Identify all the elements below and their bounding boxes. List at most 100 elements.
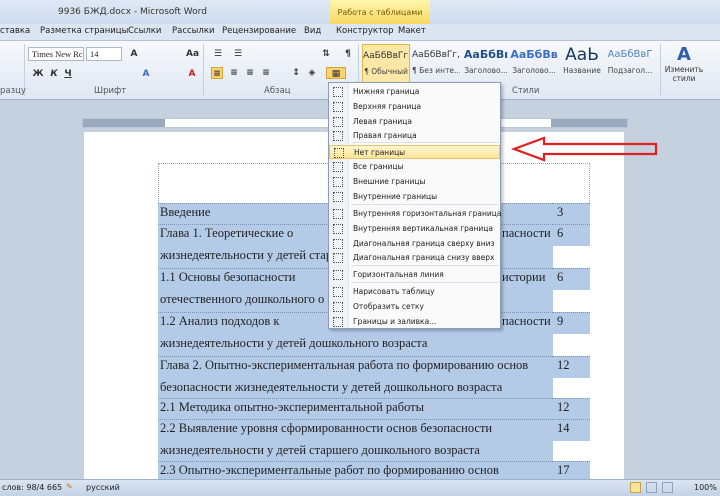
- borders-button[interactable]: ▦: [326, 67, 346, 79]
- align-center-button[interactable]: ≡: [228, 67, 240, 79]
- left-border-icon: [333, 117, 343, 127]
- toc-page-cell-empty: [553, 334, 590, 356]
- toc-entry-text: Глава 1. Теоретические о: [160, 226, 294, 240]
- menu-item-draw-table[interactable]: Нарисовать таблицу: [329, 285, 500, 299]
- style-heading-1[interactable]: АаБбВı Заголово...: [462, 44, 510, 84]
- tab-mailings[interactable]: Рассылки: [172, 26, 214, 36]
- change-case-icon[interactable]: Aa: [186, 48, 199, 60]
- right-border-icon: [333, 131, 343, 141]
- draw-table-icon: [333, 287, 343, 297]
- tab-view[interactable]: Вид: [304, 26, 321, 36]
- font-name-input[interactable]: Times New Rc: [28, 47, 84, 61]
- borders-shading-icon: [333, 317, 343, 327]
- justify-button[interactable]: ≡: [260, 67, 272, 79]
- spelling-check-icon[interactable]: ✎: [66, 482, 73, 491]
- style-heading-2[interactable]: АаБбВв Заголово...: [510, 44, 558, 84]
- menu-item-label: Внутренняя вертикальная граница: [353, 224, 493, 233]
- table-tools-context-tab: Работа с таблицами: [330, 0, 430, 24]
- menu-item-label: Отобразить сетку: [353, 302, 424, 311]
- toc-entry-tail: истории: [500, 268, 553, 290]
- toc-entry-tail: пасности: [500, 312, 553, 334]
- toc-entry-text: Введение: [160, 205, 211, 219]
- word-count[interactable]: слов: 98/4 665: [2, 483, 62, 492]
- toc-entry-text: Глава 2. Опытно-экспериментальная работа…: [160, 358, 529, 372]
- font-color-icon[interactable]: A: [186, 68, 198, 80]
- group-label-styles: Стили: [512, 86, 540, 96]
- tab-insert[interactable]: ставка: [0, 26, 30, 36]
- underline-button[interactable]: Ч: [62, 68, 74, 80]
- toc-row[interactable]: 2.3 Опытно-экспериментальные работ по фо…: [158, 461, 553, 481]
- toc-page-number-text: 17: [557, 463, 570, 477]
- style-title[interactable]: АаЬ Название: [558, 44, 606, 84]
- menu-item-label: Внутренние границы: [353, 192, 438, 201]
- toc-page-number-text: 6: [557, 226, 564, 240]
- zoom-level[interactable]: 100%: [694, 483, 717, 492]
- menu-item-inside-vertical-border[interactable]: Внутренняя вертикальная граница: [329, 222, 500, 236]
- window-title: 9936 БЖД.docx - Microsoft Word: [58, 7, 207, 17]
- no-border-icon: [334, 148, 344, 158]
- toc-row[interactable]: Глава 2. Опытно-экспериментальная работа…: [158, 356, 553, 398]
- toc-row[interactable]: 2.2 Выявление уровня сформированности ос…: [158, 419, 553, 461]
- style-subtitle[interactable]: АаБбВвГ Подзагол...: [606, 44, 654, 84]
- tab-layout[interactable]: Макет: [398, 26, 426, 36]
- toc-entry-text: 2.3 Опытно-экспериментальные работ по фо…: [160, 463, 499, 477]
- grow-font-icon[interactable]: A: [128, 48, 140, 60]
- menu-item-label: Границы и заливка...: [353, 317, 437, 326]
- menu-item-inside-borders[interactable]: Внутренние границы: [329, 190, 500, 204]
- menu-item-no-border[interactable]: Нет границы: [329, 145, 500, 159]
- menu-item-label: Нарисовать таблицу: [353, 287, 435, 296]
- menu-item-borders-shading[interactable]: Границы и заливка...: [329, 315, 500, 329]
- menu-item-bottom-border[interactable]: Нижняя граница: [329, 85, 500, 99]
- style-normal[interactable]: АаБбВвГг, ¶ Обычный: [362, 44, 410, 84]
- horizontal-line-icon: [333, 270, 343, 280]
- font-size-input[interactable]: 14: [86, 47, 122, 61]
- sort-icon[interactable]: ⇅: [320, 48, 332, 60]
- toc-row[interactable]: 2.1 Методика опытно-экспериментальной ра…: [158, 398, 553, 419]
- menu-item-label: Все границы: [353, 162, 404, 171]
- outside-borders-icon: [333, 177, 343, 187]
- web-layout-icon[interactable]: [662, 482, 673, 493]
- group-label-clipboard: разцу: [0, 86, 26, 96]
- toc-page-number: 12: [553, 356, 590, 378]
- menu-item-all-borders[interactable]: Все границы: [329, 160, 500, 174]
- toc-entry-text: безопасности жизнедеятельности у детей д…: [160, 380, 503, 394]
- menu-item-outside-borders[interactable]: Внешние границы: [329, 175, 500, 189]
- menu-item-diagonal-down-border[interactable]: Диагональная граница сверху вниз: [329, 237, 500, 251]
- bold-button[interactable]: Ж: [32, 68, 44, 80]
- menu-separator: [351, 265, 499, 266]
- bullets-icon[interactable]: ☰: [212, 48, 224, 60]
- change-styles-icon: A: [677, 44, 691, 65]
- language-indicator[interactable]: русский: [86, 483, 120, 492]
- full-screen-icon[interactable]: [646, 482, 657, 493]
- menu-item-inside-horizontal-border[interactable]: Внутренняя горизонтальная граница: [329, 207, 501, 221]
- toc-page-cell-empty: [553, 378, 590, 398]
- tab-page-layout[interactable]: Разметка страницы: [40, 26, 128, 36]
- numbering-icon[interactable]: ☰: [232, 48, 244, 60]
- menu-item-label: Правая граница: [353, 131, 417, 140]
- menu-separator: [351, 282, 499, 283]
- group-label-paragraph: Абзац: [264, 86, 291, 96]
- align-left-button[interactable]: ≡: [211, 67, 223, 79]
- menu-item-left-border[interactable]: Левая граница: [329, 115, 500, 129]
- toc-entry-text: жизнедеятельности у детей старшего дошко…: [160, 443, 480, 457]
- menu-item-diagonal-up-border[interactable]: Диагональная граница снизу вверх: [329, 251, 500, 265]
- menu-item-right-border[interactable]: Правая граница: [329, 129, 500, 143]
- tab-design[interactable]: Конструктор: [336, 26, 394, 36]
- toc-entry-text: жизнедеятельности у детей стар: [160, 248, 333, 262]
- tab-review[interactable]: Рецензирование: [222, 26, 296, 36]
- pilcrow-icon[interactable]: ¶: [342, 48, 354, 60]
- group-label-font: Шрифт: [94, 86, 127, 96]
- italic-button[interactable]: К: [48, 68, 60, 80]
- toc-entry-text: отечественного дошкольного о: [160, 292, 325, 306]
- line-spacing-icon[interactable]: ↕: [290, 67, 302, 79]
- menu-item-horizontal-line[interactable]: Горизонтальная линия: [329, 268, 500, 282]
- tab-references[interactable]: Ссылки: [128, 26, 161, 36]
- print-layout-icon[interactable]: [630, 482, 641, 493]
- text-effects-icon[interactable]: A: [140, 68, 152, 80]
- menu-item-view-gridlines[interactable]: Отобразить сетку: [329, 300, 500, 314]
- shading-icon[interactable]: ◈: [306, 67, 318, 79]
- style-no-spacing[interactable]: АаБбВвГг, ¶ Без инте...: [412, 44, 460, 84]
- align-right-button[interactable]: ≡: [244, 67, 256, 79]
- change-styles-button[interactable]: A Изменить стили: [664, 44, 704, 84]
- menu-item-top-border[interactable]: Верхняя граница: [329, 100, 500, 114]
